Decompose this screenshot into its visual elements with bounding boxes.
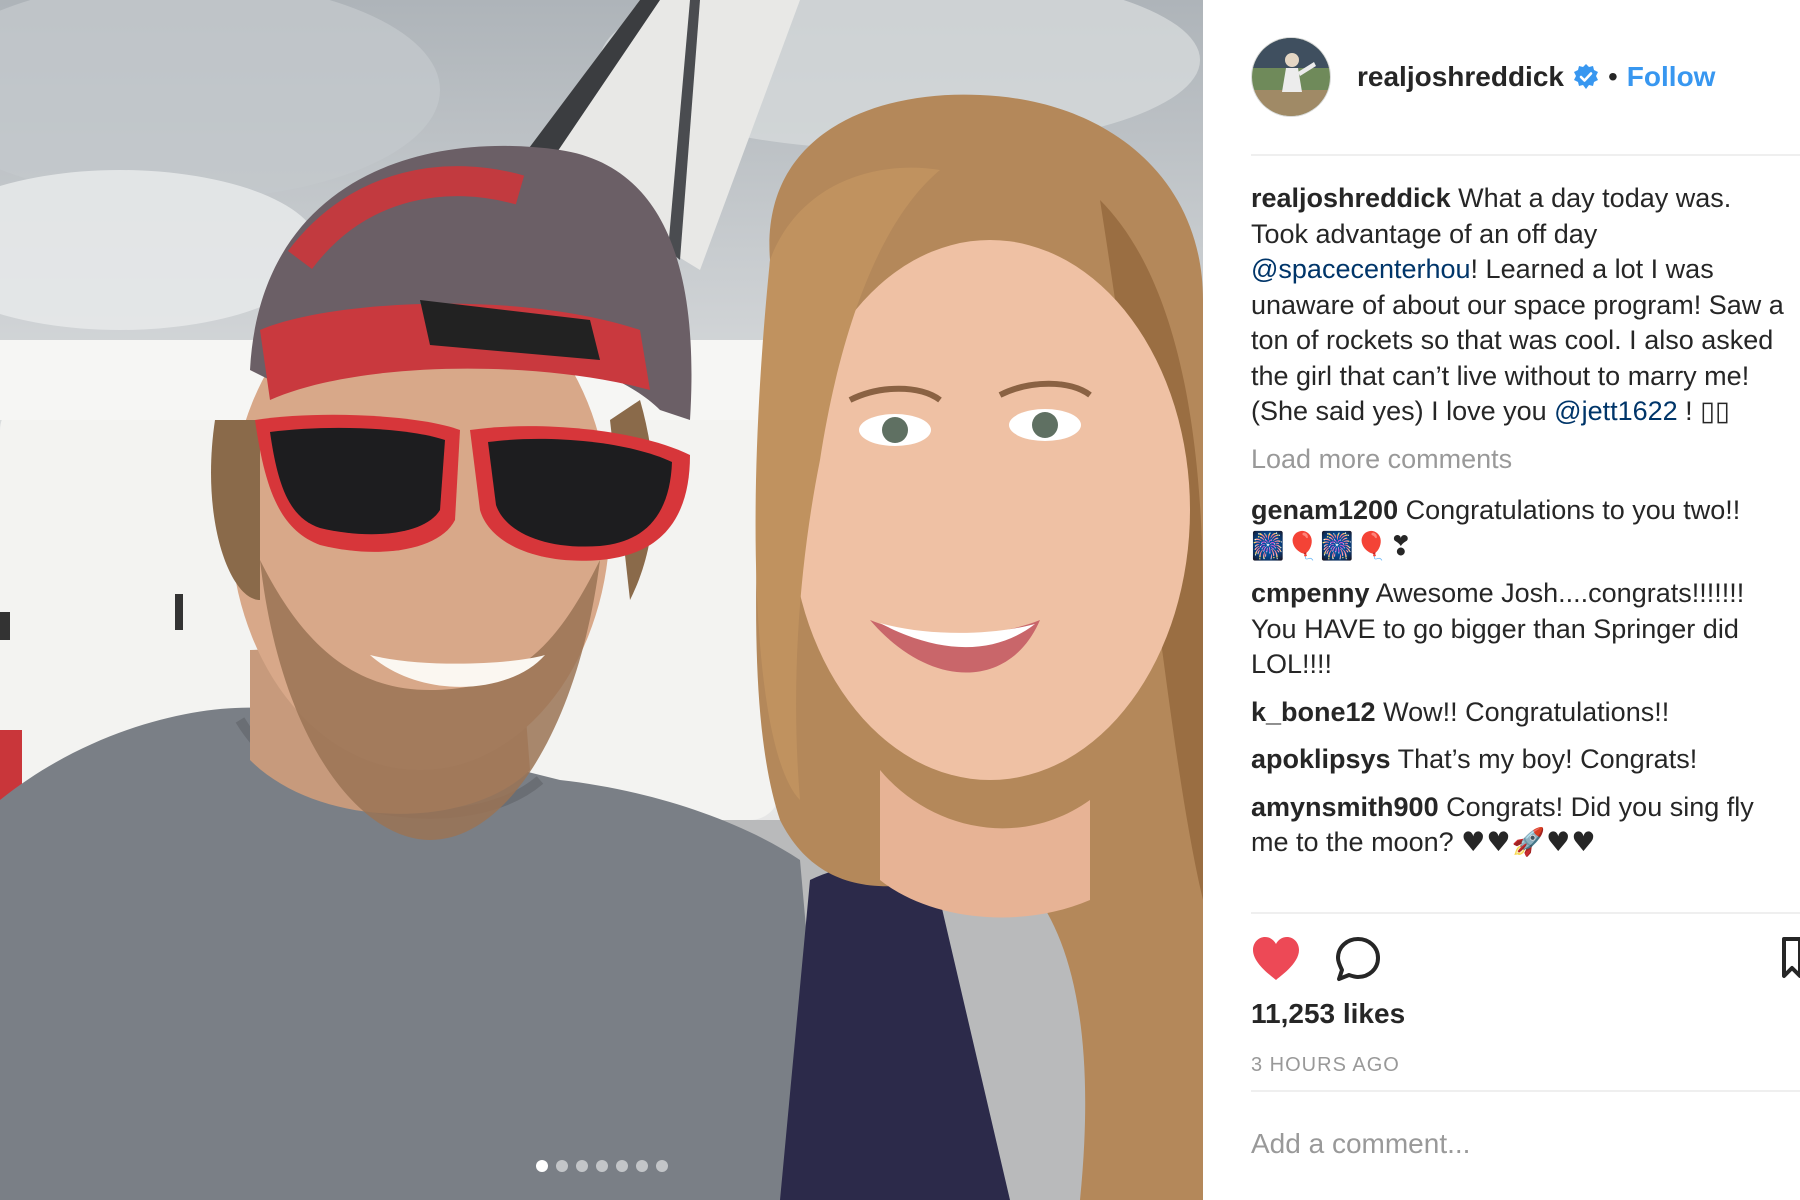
action-bar [1251,936,1800,986]
post-header: realjoshreddick • Follow [1251,36,1715,118]
likes-count[interactable]: 11,253 likes [1251,998,1405,1030]
avatar-image [1252,38,1330,116]
comment-item: k_bone12 Wow!! Congratulations!! [1251,695,1791,731]
carousel-dot[interactable] [655,1160,668,1172]
avatar[interactable] [1251,37,1331,117]
carousel-dot[interactable] [595,1160,608,1172]
heart-filled-icon[interactable] [1251,936,1301,982]
carousel-dot[interactable] [615,1160,628,1172]
carousel-indicator [0,1160,1203,1172]
add-comment-input[interactable] [1251,1128,1771,1160]
post-timestamp: 3 HOURS AGO [1251,1054,1400,1076]
caption-mention[interactable]: @spacecenterhou [1251,254,1471,284]
comment-item: apoklipsys That’s my boy! Congrats! [1251,742,1791,778]
carousel-dot[interactable] [575,1160,588,1172]
comment-item: genam1200 Congratulations to you two!! 🎆… [1251,493,1791,564]
bookmark-icon[interactable] [1781,936,1800,980]
comment-bubble-icon[interactable] [1335,936,1381,982]
verified-badge-icon [1573,64,1598,89]
caption: realjoshreddick What a day today was. To… [1251,181,1791,430]
post-photo[interactable] [0,0,1203,1200]
comment-item: cmpenny Awesome Josh....congrats!!!!!!! … [1251,576,1791,683]
carousel-dot[interactable] [555,1160,568,1172]
comment-username[interactable]: k_bone12 [1251,697,1376,727]
divider [1251,154,1800,156]
comment-item: amynsmith900 Congrats! Did you sing fly … [1251,790,1791,861]
comment-text: That’s my boy! Congrats! [1397,744,1698,774]
comment-text: Congratulations to you two!! [1405,495,1741,525]
post-side-panel: realjoshreddick • Follow realjoshreddick… [1203,0,1800,1200]
comment-emoji: 🎆🎈🎆🎈❣ [1251,530,1414,562]
follow-button[interactable]: Follow [1627,61,1716,93]
comment-text: Wow!! Congratulations!! [1383,696,1670,727]
caption-username[interactable]: realjoshreddick [1251,183,1451,213]
carousel-dot[interactable] [635,1160,648,1172]
selfie-image [0,0,1203,1200]
comment-username[interactable]: apoklipsys [1251,744,1391,774]
comment-username[interactable]: cmpenny [1251,578,1370,608]
divider [1251,912,1800,914]
caption-text: ! ▯▯ [1677,396,1730,426]
divider [1251,1090,1800,1092]
comment-emoji: ♥♥🚀♥♥ [1461,827,1597,858]
comment-username[interactable]: amynsmith900 [1251,792,1439,822]
post-username[interactable]: realjoshreddick [1357,61,1564,93]
comment-username[interactable]: genam1200 [1251,495,1398,525]
comment-list: realjoshreddick What a day today was. To… [1251,181,1791,873]
caption-mention[interactable]: @jett1622 [1554,396,1678,426]
header-separator: • [1607,61,1618,92]
carousel-dot[interactable] [535,1160,548,1172]
load-more-comments-button[interactable]: Load more comments [1251,442,1791,478]
